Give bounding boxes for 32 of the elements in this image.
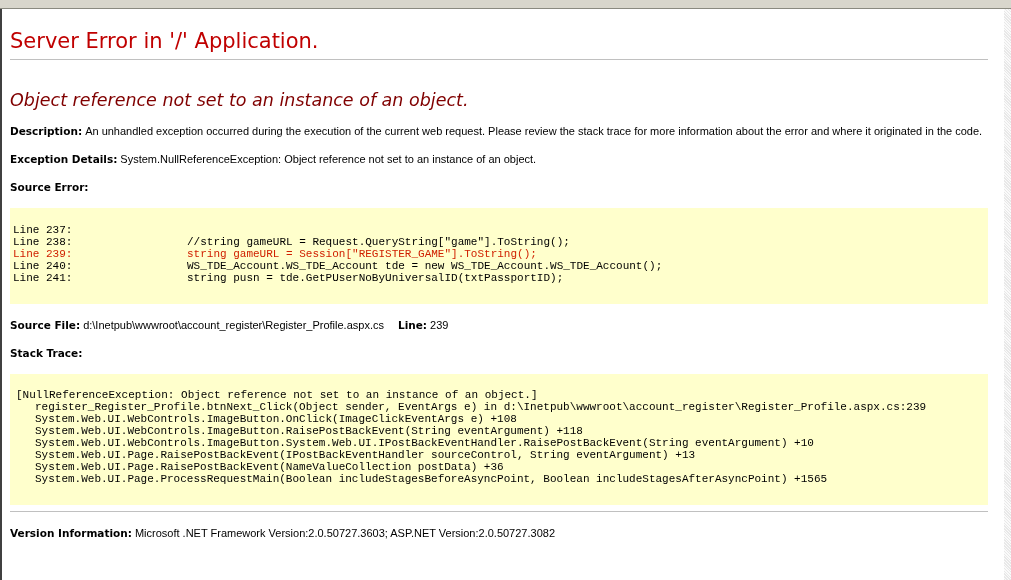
code-line: string gameURL = Session["REGISTER_GAME"].ToString(); — [187, 248, 537, 260]
line-number: Line 239: — [13, 248, 74, 260]
exception-line: [NullReferenceException: Object reference not set to an instance of an object.] — [16, 389, 538, 401]
stack-frame: register_Register_Profile.btnNext_Click(Object sender, EventArgs e) in d:\Inetpub\wwwroot\account_register\Register_Profile.aspx.cs:239 — [35, 401, 927, 413]
description-text: An unhandled exception occurred during the execution of the current web request. Please review the stack trace for more information about the error and where it originated in the code. — [85, 125, 983, 137]
scrollbar[interactable] — [1004, 9, 1011, 580]
code-line: WS_TDE_Account.WS_TDE_Account tde = new WS_TDE_Account.WS_TDE_Account(); — [187, 260, 663, 272]
code-line: //string gameURL = Request.QueryString["game"].ToString(); — [187, 236, 570, 248]
field-label: Description: — [10, 125, 83, 137]
stack-frame: System.Web.UI.WebControls.ImageButton.RaisePostBackEvent(String eventArgument) +118 — [35, 425, 583, 437]
page-title: Server Error in '/' Application. — [10, 29, 319, 53]
line-number: Line 237: — [13, 224, 74, 236]
line-number: Line 241: — [13, 272, 74, 284]
section-label: Stack Trace: — [10, 347, 83, 359]
exception-details-text: System.NullReferenceException: Object reference not set to an instance of an object. — [120, 153, 537, 165]
line-number: Line 240: — [13, 260, 74, 272]
version-text: Microsoft .NET Framework Version:2.0.50727.3603; ASP.NET Version:2.0.50727.3082 — [134, 527, 555, 539]
stack-frame: System.Web.UI.WebControls.ImageButton.OnClick(ImageClickEventArgs e) +108 — [35, 413, 517, 425]
code-line: string pusn = tde.GetPUserNoByUniversalID(txtPassportID); — [187, 272, 564, 284]
line-number-value: 239 — [430, 319, 449, 331]
field-label: Line: — [397, 319, 428, 331]
file-path: d:\Inetpub\wwwroot\account_register\Register_Profile.aspx.cs — [83, 319, 384, 331]
stack-frame: System.Web.UI.Page.RaisePostBackEvent(IPostBackEventHandler sourceControl, String eventArgument) +13 — [35, 449, 696, 461]
stack-frame: System.Web.UI.Page.ProcessRequestMain(Boolean includeStagesBeforeAsyncPoint, Boolean includeStagesAfterAsyncPoint) +1565 — [35, 473, 828, 485]
error-message: Object reference not set to an instance of an object. — [10, 90, 469, 110]
section-label: Source Error: — [10, 181, 89, 193]
field-label: Source File: — [10, 319, 81, 331]
field-label: Version Information: — [10, 527, 132, 539]
stack-frame: System.Web.UI.Page.RaisePostBackEvent(NameValueCollection postData) +36 — [35, 461, 504, 473]
stack-frame: System.Web.UI.WebControls.ImageButton.System.Web.UI.IPostBackEventHandler.RaisePostBackEvent(String eventArgument) +10 — [35, 437, 814, 449]
line-number: Line 238: — [13, 236, 74, 248]
field-label: Exception Details: — [10, 153, 118, 165]
